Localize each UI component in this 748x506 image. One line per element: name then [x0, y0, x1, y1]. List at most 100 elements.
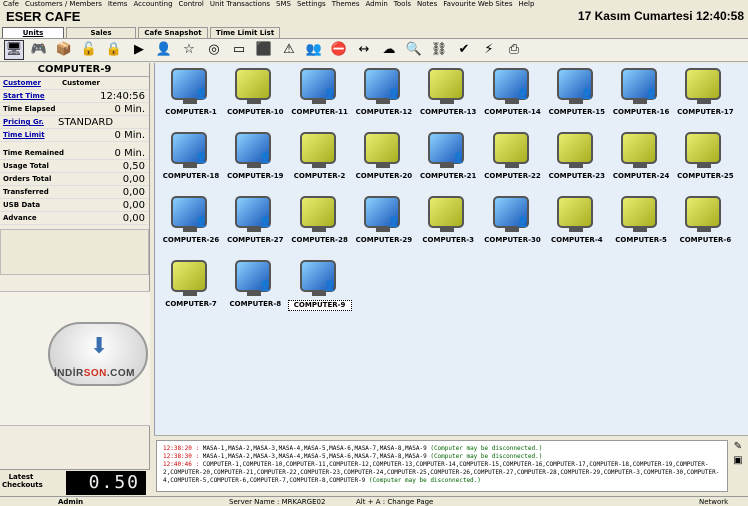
warning-icon[interactable]: ⚠ [279, 40, 299, 60]
lock-icon[interactable]: 🔒 [104, 40, 124, 60]
computer-tile[interactable]: 👤 COMPUTER-1 [159, 66, 223, 126]
computer-tile[interactable]: COMPUTER-4 [545, 194, 609, 254]
computer-name: COMPUTER-30 [484, 236, 541, 244]
computer-tile[interactable]: 👤 COMPUTER-11 [288, 66, 352, 126]
computer-tile[interactable]: COMPUTER-23 [545, 130, 609, 190]
gamepad-icon[interactable]: 🎮 [29, 40, 49, 60]
user-transfer-icon[interactable]: ↔ [354, 40, 374, 60]
monitor-icon [428, 68, 465, 100]
computer-tile[interactable]: 👤 COMPUTER-30 [481, 194, 545, 254]
computer-tile[interactable]: 👤 COMPUTER-18 [159, 130, 223, 190]
pricing-link[interactable]: Pricing Gr. [3, 118, 44, 126]
computer-name: COMPUTER-8 [229, 300, 282, 308]
computer-name: COMPUTER-1 [165, 108, 217, 116]
play-icon[interactable]: ▶ [129, 40, 149, 60]
menu-item-sms[interactable]: SMS [273, 0, 294, 9]
splitter-handle[interactable] [154, 435, 748, 439]
watermark-logo: ⬇ İNDİRSON.COM [0, 291, 150, 426]
computer-tile[interactable]: COMPUTER-6 [673, 194, 737, 254]
printer-icon[interactable]: ⎙ [504, 40, 524, 60]
menu-item-notes[interactable]: Notes [414, 0, 440, 9]
cloud-icon[interactable]: ☁ [379, 40, 399, 60]
star-icon[interactable]: ☆ [179, 40, 199, 60]
computer-tile[interactable]: 👤 COMPUTER-16 [609, 66, 673, 126]
menu-item-themes[interactable]: Themes [329, 0, 363, 9]
unlock-icon[interactable]: 🔓 [79, 40, 99, 60]
monitor-icon [621, 132, 658, 164]
search-icon[interactable]: 🔍 [404, 40, 424, 60]
edit-icon[interactable]: ✎ [728, 440, 748, 454]
computer-tile[interactable]: COMPUTER-13 [416, 66, 480, 126]
disc-icon[interactable]: ◎ [204, 40, 224, 60]
menu-item-control[interactable]: Control [176, 0, 207, 9]
computer-name: COMPUTER-4 [551, 236, 603, 244]
computer-tile[interactable]: 👤 COMPUTER-15 [545, 66, 609, 126]
alert-icon[interactable]: ⚡ [479, 40, 499, 60]
tab-units[interactable]: Units [2, 27, 64, 38]
menu-item-admin[interactable]: Admin [362, 0, 390, 9]
computer-tile[interactable]: COMPUTER-17 [673, 66, 737, 126]
menu-item-tools[interactable]: Tools [391, 0, 414, 9]
time-remained-label: Time Remained [3, 149, 64, 157]
computer-name: COMPUTER-24 [612, 172, 670, 180]
computer-tile[interactable]: COMPUTER-2 [288, 130, 352, 190]
network-icon[interactable]: ⛓ [429, 40, 449, 60]
monitor-stand [247, 164, 262, 168]
active-user-icon: 👤 [387, 217, 401, 228]
computer-icon[interactable]: ⬛ [254, 40, 274, 60]
menu-item-unit-transactions[interactable]: Unit Transactions [207, 0, 273, 9]
customer-link[interactable]: Customer [3, 79, 41, 87]
computer-tile[interactable]: 👤 COMPUTER-27 [223, 194, 287, 254]
menu-item-settings[interactable]: Settings [294, 0, 329, 9]
start-time-link[interactable]: Start Time [3, 92, 45, 100]
time-limit-link[interactable]: Time Limit [3, 131, 45, 139]
status-user: Admin [58, 498, 84, 506]
computer-tile[interactable]: 👤 COMPUTER-26 [159, 194, 223, 254]
save-icon[interactable]: ▣ [728, 454, 748, 468]
stop-icon[interactable]: ⛔ [329, 40, 349, 60]
computer-tile[interactable]: 👤 COMPUTER-21 [416, 130, 480, 190]
computer-tile[interactable]: 👤 COMPUTER-8 [223, 258, 287, 318]
user-icon[interactable]: 👤 [154, 40, 174, 60]
event-log[interactable]: 12:38:20 : MASA-1,MASA-2,MASA-3,MASA-4,M… [156, 440, 728, 492]
monitor-stand [247, 228, 262, 232]
computer-name: COMPUTER-26 [162, 236, 220, 244]
users-icon[interactable]: 👥 [304, 40, 324, 60]
computer-tile[interactable]: COMPUTER-3 [416, 194, 480, 254]
computer-tile[interactable]: COMPUTER-10 [223, 66, 287, 126]
computer-tile[interactable]: 👤 COMPUTER-29 [352, 194, 416, 254]
log-entry: 12:38:30 : MASA-1,MASA-2,MASA-3,MASA-4,M… [163, 453, 543, 460]
computer-tile[interactable]: COMPUTER-5 [609, 194, 673, 254]
computer-name: COMPUTER-7 [165, 300, 217, 308]
menu-item-cafe[interactable]: Cafe [0, 0, 22, 9]
menu-item-accounting[interactable]: Accounting [130, 0, 175, 9]
monitor-icon [685, 132, 722, 164]
tab-sales[interactable]: Sales [66, 27, 136, 38]
computer-tile[interactable]: 👤 COMPUTER-12 [352, 66, 416, 126]
computer-name: COMPUTER-5 [615, 236, 667, 244]
computer-tile[interactable]: 👤 COMPUTER-9 [287, 258, 352, 318]
computer-tile[interactable]: COMPUTER-25 [673, 130, 737, 190]
monitor-stand [504, 164, 519, 168]
status-server: Server Name : MRKARGE02 [229, 498, 326, 506]
computer-tile[interactable]: COMPUTER-7 [159, 258, 223, 318]
menu-item-items[interactable]: Items [105, 0, 131, 9]
computer-name: COMPUTER-18 [162, 172, 220, 180]
menu-item-help[interactable]: Help [515, 0, 537, 9]
computer-tile[interactable]: COMPUTER-28 [288, 194, 352, 254]
computer-tile[interactable]: 👤 COMPUTER-19 [223, 130, 287, 190]
menu-item-customers-members[interactable]: Customers / Members [22, 0, 105, 9]
note-icon[interactable]: ▭ [229, 40, 249, 60]
tab-time-limit-list[interactable]: Time Limit List [210, 27, 280, 38]
computer-name: COMPUTER-28 [291, 236, 348, 244]
monitor-icon[interactable]: 🖥 [4, 40, 24, 60]
tab-cafe-snapshot[interactable]: Cafe Snapshot [138, 27, 208, 38]
package-icon[interactable]: 📦 [54, 40, 74, 60]
computer-tile[interactable]: 👤 COMPUTER-14 [481, 66, 545, 126]
checkmark-icon[interactable]: ✔ [454, 40, 474, 60]
monitor-stand [311, 164, 326, 168]
computer-tile[interactable]: COMPUTER-24 [609, 130, 673, 190]
computer-tile[interactable]: COMPUTER-20 [352, 130, 416, 190]
menu-item-favourite-web-sites[interactable]: Favourite Web Sites [440, 0, 515, 9]
computer-tile[interactable]: COMPUTER-22 [481, 130, 545, 190]
